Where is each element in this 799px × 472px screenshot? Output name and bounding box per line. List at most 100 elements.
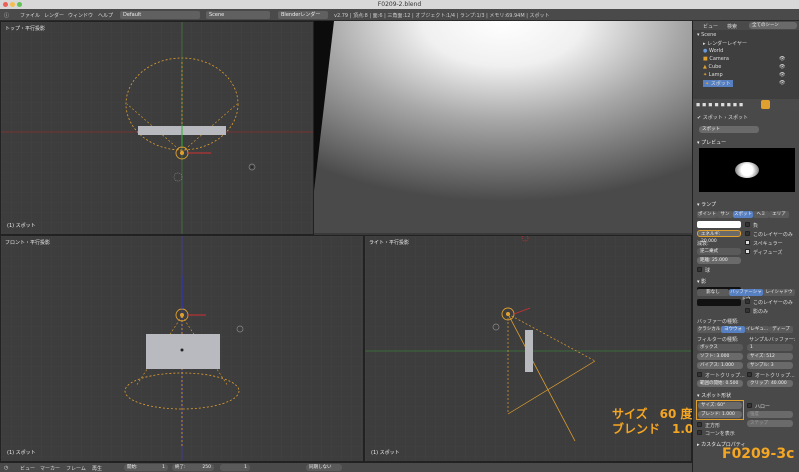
menu-help[interactable]: ヘルプ <box>98 12 113 19</box>
buffer-classic[interactable]: クラシカル <box>697 326 721 333</box>
visibility-eye-icon[interactable]: 👁 <box>779 72 785 78</box>
shadow-ray[interactable]: レイシャドウ <box>763 289 795 296</box>
info-editor-icon[interactable]: ⓘ <box>4 12 9 19</box>
lamp-datablock-field[interactable]: スポット <box>699 126 759 133</box>
outliner-item[interactable]: ▾ Scene <box>697 32 716 38</box>
world-icon: ● <box>703 48 708 54</box>
start-frame-field[interactable]: 開始: 1 <box>124 464 168 471</box>
buffer-size-field[interactable]: サイズ: 512 <box>747 353 793 360</box>
zoom-window-icon[interactable] <box>17 2 22 7</box>
shadow-only-checkbox[interactable] <box>745 308 750 313</box>
buffer-deep[interactable]: ディープ <box>769 326 793 333</box>
this-layer-checkbox[interactable] <box>745 231 750 236</box>
shadow-this-layer-checkbox[interactable] <box>745 299 750 304</box>
current-frame-field[interactable]: 1 <box>220 464 250 471</box>
outliner-panel: ビュー 検索 全てのシーン ▾ Scene ▸ レンダーレイヤー ● World… <box>692 21 799 99</box>
lamp-icon: ✦ <box>703 72 708 78</box>
lamp-type-spot[interactable]: スポット <box>733 211 753 218</box>
outliner-item[interactable]: ▲ Cube <box>703 64 721 70</box>
end-frame-field[interactable]: 終了: 250 <box>172 464 214 471</box>
lamp-panel-header[interactable]: ▾ ランプ <box>697 201 716 208</box>
front-ortho-viewport[interactable]: フロント・平行投影 (1) スポット <box>0 235 364 462</box>
lamp-data-tab-icon[interactable] <box>761 100 770 109</box>
outliner-search-menu[interactable]: 検索 <box>727 23 737 30</box>
timeline-header: ◷ ビュー マーカー フレーム 再生 開始: 1 終了: 250 1 同期しない <box>0 462 692 472</box>
spot-blend-field[interactable]: ブレンド: 1.000 <box>698 411 742 418</box>
outliner-item[interactable]: ■ Camera <box>703 56 729 62</box>
distance-field[interactable]: 距離: 25.000 <box>697 257 741 264</box>
square-label: 正方形 <box>705 423 721 429</box>
shadow-buffer[interactable]: バッファーシャドウ <box>729 289 763 302</box>
spot-size-field[interactable]: サイズ: 60° <box>698 402 742 409</box>
auto-clip-start-checkbox[interactable] <box>697 372 702 377</box>
menu-window[interactable]: ウィンドウ <box>68 12 93 19</box>
timeline-editor-icon[interactable]: ◷ <box>4 465 8 471</box>
negative-label: 負 <box>753 223 759 229</box>
energy-field[interactable]: エネルギ: 20.000 <box>697 230 741 244</box>
shadow-none[interactable]: 影なし <box>697 289 729 296</box>
outliner-item[interactable]: ▸ レンダーレイヤー <box>703 40 747 47</box>
layout-select[interactable]: Default <box>120 11 200 19</box>
menu-render[interactable]: レンダー <box>44 12 64 19</box>
timeline-menu-view[interactable]: ビュー <box>20 465 35 472</box>
close-window-icon[interactable] <box>3 2 8 7</box>
shadow-panel-header[interactable]: ▾ 影 <box>697 278 706 285</box>
visibility-eye-icon[interactable]: 👁 <box>779 80 785 86</box>
square-checkbox[interactable] <box>697 422 702 427</box>
lamp-type-sun[interactable]: サン <box>717 211 733 218</box>
halo-checkbox[interactable] <box>747 403 752 408</box>
visibility-eye-icon[interactable]: 👁 <box>779 64 785 70</box>
scene-select[interactable]: Scene <box>206 11 270 19</box>
timeline-menu-marker[interactable]: マーカー <box>40 465 60 472</box>
properties-context-icons[interactable]: ◼◼◼◼◼◼◼◼ <box>696 102 745 108</box>
mesh-icon: ▲ <box>703 64 707 70</box>
front-viewport-label: フロント・平行投影 <box>5 240 51 246</box>
specular-checkbox[interactable] <box>745 240 750 245</box>
soft-field[interactable]: ソフト: 3.000 <box>697 353 743 360</box>
buffer-type-label: バッファーの種類: <box>697 319 739 325</box>
outliner-item[interactable]: ✦ Lamp <box>703 72 723 78</box>
buffer-halfway[interactable]: ヨウウォ <box>721 326 745 333</box>
sync-mode-select[interactable]: 同期しない <box>306 464 342 471</box>
clip-end-field[interactable]: クリップ: 40.000 <box>747 380 793 387</box>
auto-clip-end-checkbox[interactable] <box>747 372 752 377</box>
sample-buffer-label: サンプルバッファー: <box>749 337 796 343</box>
show-cone-checkbox[interactable] <box>697 430 702 435</box>
negative-checkbox[interactable] <box>745 222 750 227</box>
lamp-type-hemi[interactable]: ヘミ <box>753 211 769 218</box>
top-viewport-object-label: (1) スポット <box>7 223 36 229</box>
lamp-type-point[interactable]: ポイント <box>697 211 717 218</box>
lamp-type-area[interactable]: エリア <box>769 211 789 218</box>
visibility-eye-icon[interactable]: 👁 <box>779 56 785 62</box>
outliner-header: ビュー 検索 全てのシーン <box>693 21 799 30</box>
lamp-color-swatch[interactable] <box>697 221 741 228</box>
info-header: ⓘ ファイル レンダー ウィンドウ ヘルプ Default Scene Blen… <box>0 9 799 21</box>
diffuse-checkbox[interactable] <box>745 249 750 254</box>
outliner-item[interactable]: ● World <box>703 48 723 54</box>
falloff-select[interactable]: 逆二乗式 <box>697 248 741 255</box>
halo-intensity-field[interactable]: 強度 <box>747 411 793 418</box>
bias-field[interactable]: バイアス: 1.000 <box>697 362 743 369</box>
filter-type-select[interactable]: ボックス <box>697 344 743 351</box>
sample-buffer-select[interactable]: 1 <box>747 344 793 351</box>
halo-step-field[interactable]: ステップ <box>747 420 793 427</box>
menu-file[interactable]: ファイル <box>20 12 40 19</box>
outliner-item-selected[interactable]: ✦ スポット <box>703 80 733 87</box>
timeline-menu-playback[interactable]: 再生 <box>92 465 102 472</box>
properties-tabs: ◼◼◼◼◼◼◼◼ <box>693 99 799 111</box>
halo-label: ハロー <box>755 404 771 410</box>
spot-shape-panel-header[interactable]: ▾ スポット形状 <box>697 392 731 399</box>
render-engine-select[interactable]: Blenderレンダー <box>278 11 328 19</box>
clip-start-field[interactable]: 範囲の開始: 0.500 <box>697 380 743 387</box>
timeline-menu-frame[interactable]: フレーム <box>66 465 86 472</box>
minimize-window-icon[interactable] <box>10 2 15 7</box>
auto-clip-start-label: オートクリップ... <box>705 373 745 379</box>
sphere-checkbox[interactable] <box>697 267 702 272</box>
outliner-view-menu[interactable]: ビュー <box>703 23 718 30</box>
top-ortho-viewport[interactable]: トップ・平行投影 (1) スポット <box>0 21 314 235</box>
shadow-color[interactable] <box>697 299 741 306</box>
preview-panel-header[interactable]: ▾ プレビュー <box>697 139 726 146</box>
buffer-irregular[interactable]: イレギュ... <box>745 326 769 333</box>
samples-field[interactable]: サンプル: 3 <box>747 362 793 369</box>
outliner-display-mode[interactable]: 全てのシーン <box>749 22 797 29</box>
